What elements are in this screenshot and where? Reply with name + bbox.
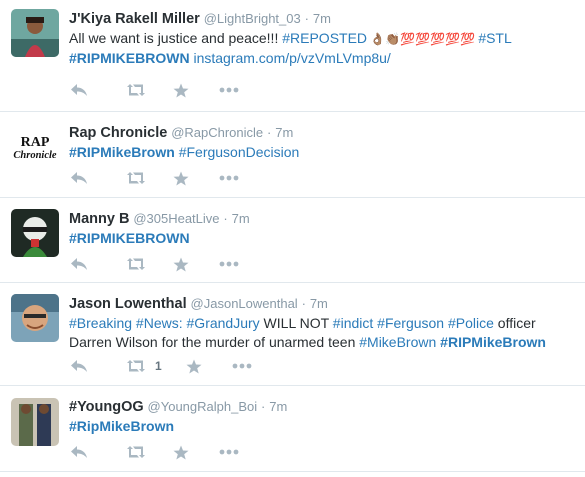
hashtag-link[interactable]: #REPOSTED bbox=[282, 30, 367, 46]
tweet-content: Jason Lowenthal @JasonLowenthal · 7m #Br… bbox=[69, 294, 577, 352]
reply-icon[interactable] bbox=[70, 359, 125, 373]
timestamp[interactable]: 7m bbox=[232, 211, 250, 226]
hashtag-link[interactable]: #RipMikeBrown bbox=[69, 418, 174, 434]
reply-icon[interactable] bbox=[70, 171, 125, 185]
tweet-text: All we want is justice and peace!!! #REP… bbox=[69, 29, 577, 68]
hashtag-link[interactable]: #RIPMIKEBROWN bbox=[69, 50, 190, 66]
more-icon[interactable] bbox=[219, 175, 239, 181]
username[interactable]: @RapChronicle bbox=[171, 125, 263, 140]
username[interactable]: @305HeatLive bbox=[133, 211, 219, 226]
reply-icon[interactable] bbox=[70, 83, 125, 97]
tweet-content: J'Kiya Rakell Miller @LightBright_03 · 7… bbox=[69, 9, 577, 68]
avatar[interactable] bbox=[11, 398, 59, 446]
hashtag-link[interactable]: #Ferguson bbox=[373, 315, 444, 331]
tweet[interactable]: Jason Lowenthal @JasonLowenthal · 7m #Br… bbox=[0, 283, 585, 386]
tweet-actions bbox=[69, 81, 239, 99]
hashtag-link[interactable]: #GrandJury bbox=[183, 315, 260, 331]
star-icon[interactable] bbox=[186, 359, 232, 374]
separator: · bbox=[261, 399, 266, 414]
reply-icon[interactable] bbox=[70, 257, 125, 271]
avatar[interactable] bbox=[11, 9, 59, 57]
hashtag-link[interactable]: #Police bbox=[444, 315, 494, 331]
avatar[interactable] bbox=[11, 209, 59, 257]
retweet-icon[interactable] bbox=[125, 445, 173, 459]
star-icon[interactable] bbox=[173, 171, 219, 186]
hashtag-link[interactable]: #MikeBrown bbox=[359, 334, 436, 350]
username[interactable]: @JasonLowenthal bbox=[191, 296, 298, 311]
tweet-header: Rap Chronicle @RapChronicle · 7m bbox=[69, 123, 577, 142]
hashtag-link[interactable]: #STL bbox=[478, 30, 511, 46]
separator: · bbox=[304, 11, 309, 26]
hashtag-link[interactable]: #RIPMIKEBROWN bbox=[69, 230, 190, 246]
tweet-header: J'Kiya Rakell Miller @LightBright_03 · 7… bbox=[69, 9, 577, 28]
display-name[interactable]: Jason Lowenthal bbox=[69, 296, 187, 312]
tweet[interactable]: RAP Chronicle Rap Chronicle @RapChronicl… bbox=[0, 112, 585, 198]
display-name[interactable]: J'Kiya Rakell Miller bbox=[69, 11, 200, 27]
timeline: J'Kiya Rakell Miller @LightBright_03 · 7… bbox=[0, 0, 585, 472]
emoji-text: 👌🏽👏🏽💯💯💯💯💯 bbox=[367, 32, 479, 46]
avatar[interactable]: RAP Chronicle bbox=[11, 124, 59, 172]
tweet-actions bbox=[69, 169, 239, 187]
tweet-header: Manny B @305HeatLive · 7m bbox=[69, 209, 577, 228]
hashtag-link[interactable]: #RIPMikeBrown bbox=[436, 334, 546, 350]
more-icon[interactable] bbox=[232, 363, 252, 369]
tweet-text: #Breaking #News: #GrandJury WILL NOT #in… bbox=[69, 314, 577, 352]
username[interactable]: @YoungRalph_Boi bbox=[148, 399, 258, 414]
tweet[interactable]: Manny B @305HeatLive · 7m #RIPMIKEBROWN bbox=[0, 198, 585, 283]
display-name[interactable]: Rap Chronicle bbox=[69, 125, 167, 141]
timestamp[interactable]: 7m bbox=[269, 399, 287, 414]
avatar[interactable] bbox=[11, 294, 59, 342]
avatar-logo-text: Chronicle bbox=[13, 150, 57, 161]
hashtag-link[interactable]: #News: bbox=[132, 315, 183, 331]
username[interactable]: @LightBright_03 bbox=[204, 11, 301, 26]
tweet-header: #YoungOG @YoungRalph_Boi · 7m bbox=[69, 397, 577, 416]
star-icon[interactable] bbox=[173, 445, 219, 460]
separator: · bbox=[223, 211, 228, 226]
hashtag-link[interactable]: #FergusonDecision bbox=[175, 144, 300, 160]
timestamp[interactable]: 7m bbox=[310, 296, 328, 311]
more-icon[interactable] bbox=[219, 449, 239, 455]
tweet-text: #RipMikeBrown bbox=[69, 417, 577, 436]
star-icon[interactable] bbox=[173, 83, 219, 98]
tweet[interactable]: #YoungOG @YoungRalph_Boi · 7m #RipMikeBr… bbox=[0, 386, 585, 472]
avatar-logo-text: RAP bbox=[21, 135, 50, 150]
display-name[interactable]: #YoungOG bbox=[69, 399, 144, 415]
separator: · bbox=[267, 125, 272, 140]
tweet-actions bbox=[69, 443, 239, 461]
reply-icon[interactable] bbox=[70, 445, 125, 459]
tweet-header: Jason Lowenthal @JasonLowenthal · 7m bbox=[69, 294, 577, 313]
retweet-icon[interactable] bbox=[125, 257, 173, 271]
timestamp[interactable]: 7m bbox=[313, 11, 331, 26]
tweet[interactable]: J'Kiya Rakell Miller @LightBright_03 · 7… bbox=[0, 0, 585, 112]
retweet-icon[interactable] bbox=[125, 83, 173, 97]
separator: · bbox=[301, 296, 306, 311]
url-link[interactable]: instagram.com/p/vzVmLVmp8u/ bbox=[190, 50, 390, 66]
star-icon[interactable] bbox=[173, 257, 219, 272]
tweet-actions bbox=[69, 255, 239, 273]
tweet-content: Rap Chronicle @RapChronicle · 7m #RIPMik… bbox=[69, 123, 577, 162]
tweet-text: #RIPMIKEBROWN bbox=[69, 229, 577, 248]
retweet-icon[interactable] bbox=[125, 171, 173, 185]
hashtag-link[interactable]: #indict bbox=[333, 315, 373, 331]
tweet-actions: 1 bbox=[69, 357, 252, 375]
more-icon[interactable] bbox=[219, 87, 239, 93]
tweet-content: Manny B @305HeatLive · 7m #RIPMIKEBROWN bbox=[69, 209, 577, 248]
display-name[interactable]: Manny B bbox=[69, 211, 129, 227]
hashtag-link[interactable]: #RIPMikeBrown bbox=[69, 144, 175, 160]
timestamp[interactable]: 7m bbox=[275, 125, 293, 140]
tweet-text-plain: All we want is justice and peace!!! bbox=[69, 30, 283, 46]
retweet-count: 1 bbox=[155, 359, 162, 373]
tweet-text: #RIPMikeBrown #FergusonDecision bbox=[69, 143, 577, 162]
retweet-icon[interactable]: 1 bbox=[125, 359, 186, 373]
tweet-text-plain: WILL NOT bbox=[259, 315, 333, 331]
more-icon[interactable] bbox=[219, 261, 239, 267]
tweet-content: #YoungOG @YoungRalph_Boi · 7m #RipMikeBr… bbox=[69, 397, 577, 436]
hashtag-link[interactable]: #Breaking bbox=[69, 315, 132, 331]
